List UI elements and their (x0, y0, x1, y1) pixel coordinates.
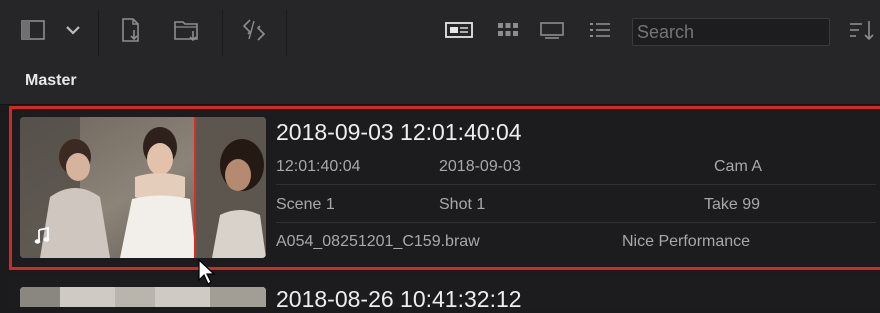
media-pool-toolbar (0, 0, 880, 63)
sync-button[interactable] (234, 10, 274, 50)
mouse-cursor-icon (198, 258, 216, 285)
import-media-button[interactable] (112, 10, 150, 50)
list-view-button[interactable] (584, 10, 616, 50)
toolbar-separator (222, 10, 223, 56)
sort-button[interactable] (846, 10, 880, 50)
metadata-view-button[interactable] (442, 10, 476, 50)
clip-filename: A054_08251201_C159.braw (276, 233, 480, 250)
bin-title: Master (25, 72, 77, 89)
toolbar-separator (98, 10, 99, 56)
clip-comment: Nice Performance (622, 233, 751, 250)
search-input[interactable] (632, 18, 830, 46)
clip-thumbnail[interactable] (20, 117, 266, 258)
view-options-dropdown[interactable] (58, 10, 88, 50)
list-view-icon (590, 23, 610, 37)
row-divider (276, 222, 876, 223)
filmstrip-view-icon (540, 22, 564, 39)
audio-note-icon (34, 227, 50, 244)
clip-title: 2018-09-03 12:01:40:04 (276, 119, 522, 145)
clip-thumbnail[interactable] (20, 287, 266, 307)
clip-shot: Shot 1 (439, 196, 486, 213)
metadata-view-icon (445, 22, 473, 38)
thumbnail-view-icon (498, 23, 518, 36)
sync-icon (242, 19, 266, 41)
clip-take: Take 99 (704, 196, 761, 213)
import-folder-icon (174, 21, 198, 42)
clip-thumbnail-image (20, 287, 266, 307)
row-divider (276, 184, 876, 185)
clip-scene: Scene 1 (276, 196, 335, 213)
thumbnail-view-button[interactable] (492, 10, 524, 50)
sidebar-toggle-icon (21, 20, 45, 40)
toolbar-separator (286, 10, 287, 56)
import-folder-button[interactable] (168, 10, 208, 50)
clip-thumbnail-image (20, 117, 266, 258)
sidebar-toggle-button[interactable] (16, 10, 50, 50)
sort-icon (850, 21, 874, 41)
clip-camera: Cam A (714, 158, 763, 175)
clip-timecode: 12:01:40:04 (276, 158, 361, 175)
import-media-icon (122, 18, 139, 42)
clip-date: 2018-09-03 (439, 158, 521, 175)
chevron-down-icon (66, 26, 80, 35)
bin-header: Master (0, 62, 880, 105)
filmstrip-view-button[interactable] (536, 10, 568, 50)
